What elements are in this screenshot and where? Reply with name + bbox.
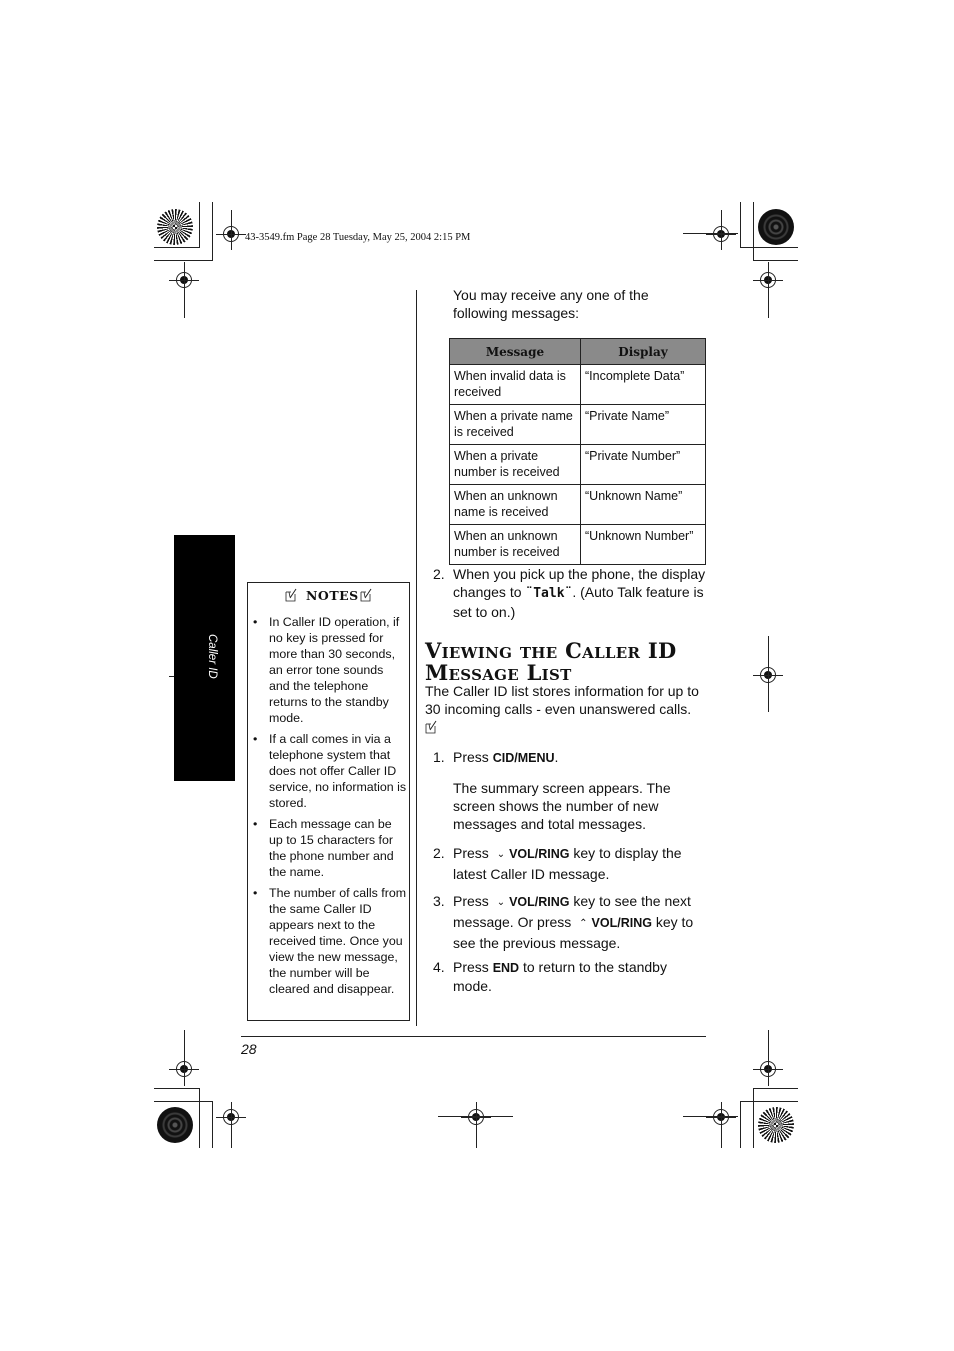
crop-line xyxy=(740,1101,798,1102)
intro-paragraph: You may receive any one of the following… xyxy=(453,287,649,321)
key-name-end: END xyxy=(492,961,520,975)
step-text: Press END to return to the standby mode. xyxy=(453,958,683,995)
notes-list: In Caller ID operation, if no key is pre… xyxy=(252,614,407,1002)
section-heading: Viewing the Caller ID Message List xyxy=(425,640,677,684)
note-item: The number of calls from the same Caller… xyxy=(252,885,407,997)
step-number: 4. xyxy=(433,959,445,975)
table-row: When a private name is received “Private… xyxy=(449,404,706,445)
step-text-part: . xyxy=(554,749,559,765)
crop-line xyxy=(231,1102,232,1148)
step-detail: The summary screen appears. The screen s… xyxy=(453,780,671,832)
crop-line xyxy=(683,1116,738,1117)
crop-line xyxy=(231,210,232,250)
step-text: Press CID/MENU. xyxy=(453,748,708,767)
key-name-vol-ring: VOL/RING xyxy=(509,895,570,909)
step-text: Press ⌄ VOL/RING key to see the next mess… xyxy=(453,892,708,952)
crop-line xyxy=(740,202,741,248)
dark-registration-disc-icon xyxy=(758,209,794,245)
column-header-message: Message xyxy=(449,338,581,365)
step-text-part: Press xyxy=(453,749,493,765)
crop-line xyxy=(184,1030,185,1086)
page-number: 28 xyxy=(241,1041,257,1057)
crop-line xyxy=(154,260,213,261)
display-cell: “Private Name” xyxy=(580,404,706,445)
message-cell: When invalid data is received xyxy=(449,364,581,405)
crop-line xyxy=(154,1088,200,1089)
table-row: When an unknown name is received “Unknow… xyxy=(449,484,706,525)
crop-line xyxy=(753,1088,798,1089)
note-item: In Caller ID operation, if no key is pre… xyxy=(252,614,407,726)
section-body-text: The Caller ID list stores information fo… xyxy=(425,683,699,717)
arrow-down-icon: ⌄ xyxy=(496,897,506,908)
crop-line xyxy=(199,1088,200,1148)
note-pencil-icon xyxy=(285,588,297,602)
message-cell: When a private name is received xyxy=(449,404,581,445)
step-number: 2. xyxy=(433,566,445,582)
crop-line xyxy=(753,202,754,260)
table-row: When invalid data is received “Incomplet… xyxy=(449,364,706,405)
step-text-part: Press xyxy=(453,959,493,975)
crop-line xyxy=(768,262,769,318)
table-row: When a private number is received “Priva… xyxy=(449,444,706,485)
chapter-tab-label: Caller ID xyxy=(206,634,218,679)
crop-line xyxy=(753,260,798,261)
crop-line xyxy=(212,1101,213,1148)
section-heading-line: Message List xyxy=(425,660,572,685)
crop-line xyxy=(740,247,798,248)
step-number: 3. xyxy=(433,893,445,909)
key-name-cid-menu: CID/MENU xyxy=(492,751,555,765)
crop-line xyxy=(683,233,738,234)
message-cell: When an unknown name is received xyxy=(449,484,581,525)
message-cell: When a private number is received xyxy=(449,444,581,485)
footer-rule xyxy=(241,1036,706,1037)
table-row: When an unknown number is received “Unkn… xyxy=(449,524,706,565)
starburst-registration-icon xyxy=(157,209,193,245)
table-header-row: Message Display xyxy=(449,338,706,365)
crop-line xyxy=(199,202,200,248)
key-name-vol-ring: VOL/RING xyxy=(591,916,652,930)
section-heading-line: Viewing the Caller ID xyxy=(425,638,677,663)
crop-line xyxy=(154,1101,213,1102)
step-number: 2. xyxy=(433,845,445,861)
crop-line xyxy=(721,210,722,250)
crop-line xyxy=(740,1101,741,1148)
crop-line xyxy=(476,1102,477,1148)
crop-line xyxy=(768,636,769,712)
column-header-display: Display xyxy=(580,338,706,365)
crop-line xyxy=(753,1088,754,1148)
crop-line xyxy=(721,1102,722,1148)
column-divider xyxy=(416,290,417,1026)
dark-registration-disc-icon xyxy=(157,1107,193,1143)
notes-title: NOTES xyxy=(306,588,359,603)
message-display-table: Message Display When invalid data is rec… xyxy=(449,338,706,565)
note-pencil-icon xyxy=(360,588,372,602)
step-text-part: Press xyxy=(453,845,493,861)
display-cell: “Unknown Name” xyxy=(580,484,706,525)
step-text-part: Press xyxy=(453,893,493,909)
starburst-registration-icon xyxy=(758,1107,794,1143)
key-name-vol-ring: VOL/RING xyxy=(509,847,570,861)
crop-line xyxy=(212,202,213,260)
note-item: If a call comes in via a telephone syste… xyxy=(252,731,407,811)
display-value: ¨Talk¨ xyxy=(525,586,573,601)
note-pencil-icon xyxy=(425,720,437,734)
crop-line xyxy=(184,262,185,318)
display-cell: “Unknown Number” xyxy=(580,524,706,565)
chapter-tab xyxy=(174,535,235,781)
crop-line xyxy=(768,1030,769,1086)
step-text: Press ⌄ VOL/RING key to display the lates… xyxy=(453,844,708,883)
step-text: When you pick up the phone, the display … xyxy=(453,565,708,621)
arrow-down-icon: ⌄ xyxy=(496,849,506,860)
file-info-header: 43-3549.fm Page 28 Tuesday, May 25, 2004… xyxy=(245,232,471,243)
step-number: 1. xyxy=(433,749,445,765)
display-cell: “Private Number” xyxy=(580,444,706,485)
arrow-up-icon: ⌃ xyxy=(579,918,588,929)
section-body: The Caller ID list stores information fo… xyxy=(425,682,710,734)
message-cell: When an unknown number is received xyxy=(449,524,581,565)
display-cell: “Incomplete Data” xyxy=(580,364,706,405)
crop-line xyxy=(154,247,200,248)
note-item: Each message can be up to 15 characters … xyxy=(252,816,407,880)
